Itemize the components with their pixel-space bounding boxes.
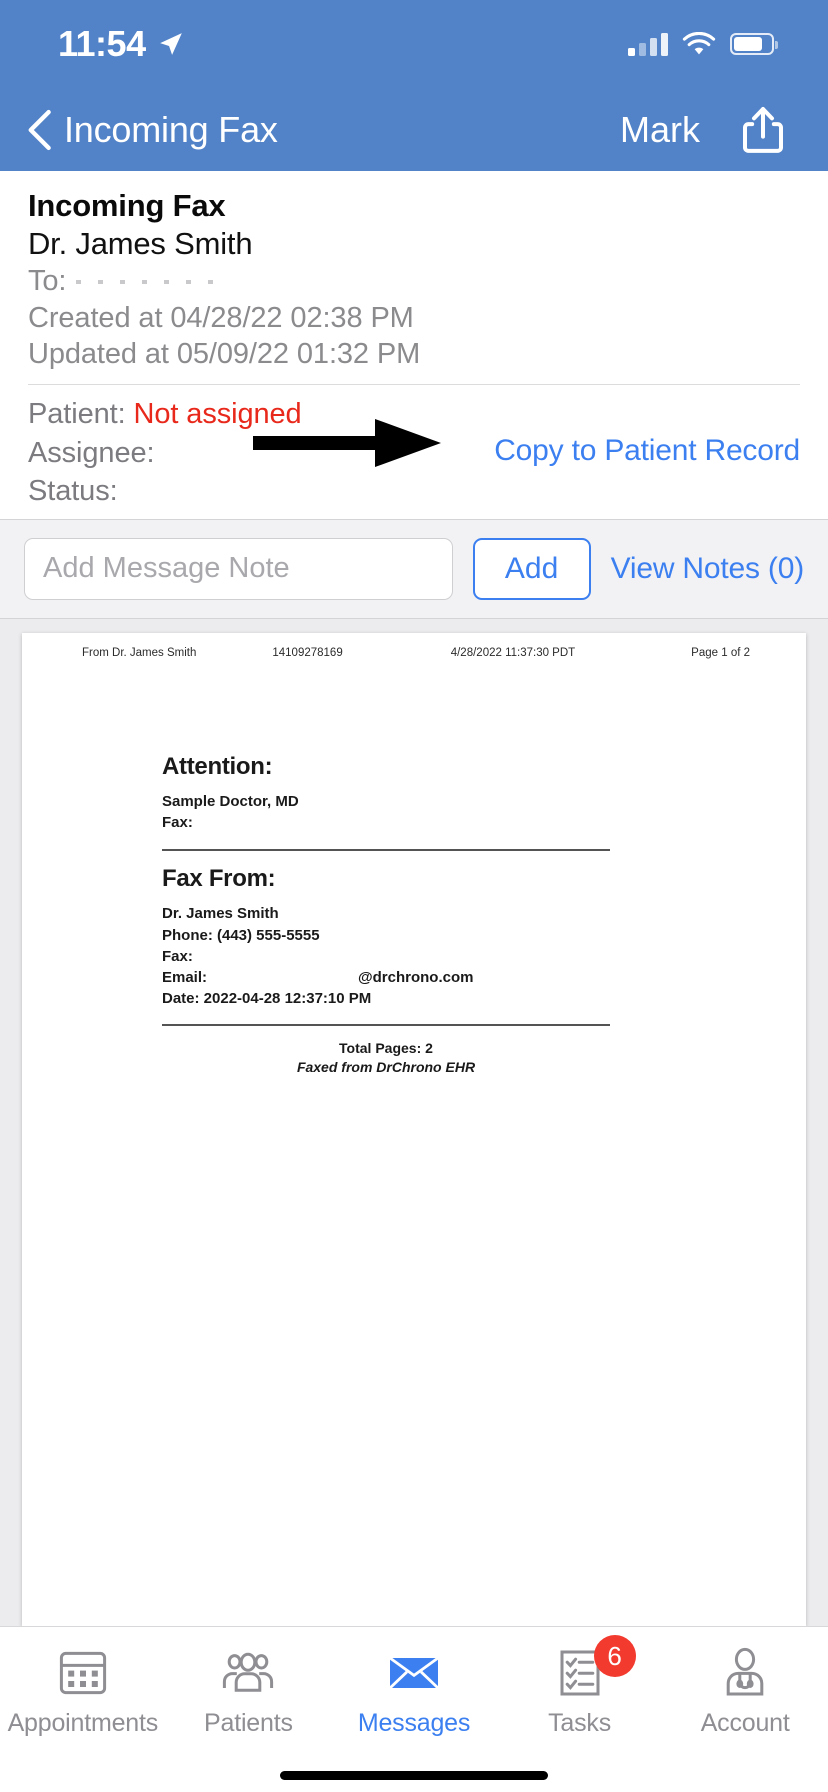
add-message-note-input[interactable]	[24, 537, 453, 600]
mark-button[interactable]: Mark	[620, 109, 700, 151]
status-time: 11:54	[58, 23, 146, 64]
fax-header-from: From Dr. James Smith	[82, 646, 197, 659]
fax-document-viewer[interactable]: From Dr. James Smith 14109278169 4/28/20…	[0, 618, 828, 1626]
attention-name: Sample Doctor, MD	[162, 792, 299, 810]
fax-header-number: 14109278169	[272, 646, 343, 659]
updated-at: Updated at 05/09/22 01:32 PM	[28, 337, 421, 370]
chevron-left-icon	[28, 109, 51, 150]
battery-icon	[730, 33, 778, 55]
tab-label-account: Account	[700, 1709, 790, 1737]
status-label: Status:	[28, 475, 118, 508]
divider	[28, 384, 800, 385]
sender-name: Dr. James Smith	[28, 226, 253, 262]
share-icon[interactable]	[740, 105, 786, 155]
fax-header-timestamp: 4/28/2022 11:37:30 PDT	[450, 646, 576, 659]
tab-tasks[interactable]: 6 Tasks	[497, 1635, 663, 1738]
back-button[interactable]: Incoming Fax	[22, 108, 278, 152]
tasks-badge: 6	[593, 1635, 636, 1677]
nav-bar-actions: Mark	[620, 105, 786, 155]
divider-top	[162, 849, 610, 852]
fax-body: Attention: Sample Doctor, MD Fax: Fax Fr…	[22, 659, 806, 1075]
fax-from-email-row: Email: @drchrono.com	[162, 967, 806, 988]
to-value-redacted	[76, 280, 227, 285]
fax-from-heading: Fax From:	[162, 865, 276, 893]
fax-from-fax-label: Fax:	[162, 947, 193, 965]
fax-detail-header: Incoming Fax Dr. James Smith To: Created…	[0, 171, 828, 519]
tab-label-patients: Patients	[204, 1709, 293, 1737]
calendar-icon	[59, 1651, 106, 1695]
tab-messages[interactable]: Messages	[331, 1645, 497, 1738]
nav-title: Incoming Fax	[64, 108, 278, 150]
location-arrow-icon	[159, 33, 182, 55]
tab-label-tasks: Tasks	[548, 1709, 612, 1737]
to-row: To:	[28, 263, 800, 299]
fax-from-email-value: @drchrono.com	[358, 969, 474, 987]
tab-bar: Appointments Patients Messages 6 Tasks A…	[0, 1626, 828, 1758]
tab-appointments[interactable]: Appointments	[0, 1645, 166, 1738]
fax-page-header: From Dr. James Smith 14109278169 4/28/20…	[22, 647, 806, 659]
patient-label: Patient:	[28, 398, 126, 430]
fax-from-name: Dr. James Smith	[162, 905, 279, 923]
created-at: Created at 04/28/22 02:38 PM	[28, 301, 414, 334]
copy-to-patient-record-link[interactable]: Copy to Patient Record	[494, 431, 800, 471]
status-bar: 11:54	[0, 0, 828, 88]
fax-from-phone: Phone: (443) 555-5555	[162, 926, 320, 944]
black-arrow-annotation	[253, 419, 441, 467]
app-screen: 11:54 Incoming Fax Mark Incoming Fax Dr.…	[0, 0, 828, 1792]
fax-header-page: Page 1 of 2	[691, 646, 750, 659]
assignee-label: Assignee:	[28, 436, 155, 469]
add-note-button[interactable]: Add	[472, 537, 591, 600]
tab-account[interactable]: Account	[662, 1645, 828, 1738]
total-pages: Total Pages: 2	[339, 1039, 433, 1056]
status-bar-left: 11:54	[58, 26, 184, 62]
nav-bar: Incoming Fax Mark	[0, 88, 828, 171]
status-bar-right	[628, 31, 778, 57]
fax-from-email-label: Email:	[162, 969, 208, 987]
to-label: To:	[28, 265, 67, 298]
envelope-icon	[389, 1656, 439, 1690]
account-person-icon	[726, 1647, 764, 1696]
home-indicator[interactable]	[0, 1758, 828, 1792]
message-note-bar: Add View Notes (0)	[0, 518, 828, 619]
wifi-icon	[682, 31, 716, 54]
faxed-from: Faxed from DrChrono EHR	[296, 1058, 476, 1075]
tab-label-messages: Messages	[357, 1709, 471, 1737]
page-title: Incoming Fax	[28, 188, 226, 223]
fax-page: From Dr. James Smith 14109278169 4/28/20…	[22, 632, 806, 1626]
fax-from-fax-row: Fax:	[162, 946, 806, 967]
attention-fax-label: Fax:	[162, 813, 193, 831]
cellular-signal-icon	[628, 32, 668, 56]
divider-bottom	[162, 1023, 610, 1026]
attention-heading: Attention:	[162, 752, 273, 780]
fax-from-date: Date: 2022-04-28 12:37:10 PM	[162, 990, 372, 1008]
view-notes-link[interactable]: View Notes (0)	[611, 552, 805, 586]
people-icon	[223, 1652, 274, 1692]
tab-patients[interactable]: Patients	[166, 1645, 332, 1738]
tab-label-appointments: Appointments	[7, 1709, 159, 1737]
attention-fax-row: Fax:	[162, 812, 806, 833]
fax-footer: Total Pages: 2 Faxed from DrChrono EHR	[162, 1040, 610, 1075]
status-row: Status:	[28, 472, 800, 511]
assignment-block: Patient: Not assigned Assignee: Status: …	[28, 395, 800, 519]
